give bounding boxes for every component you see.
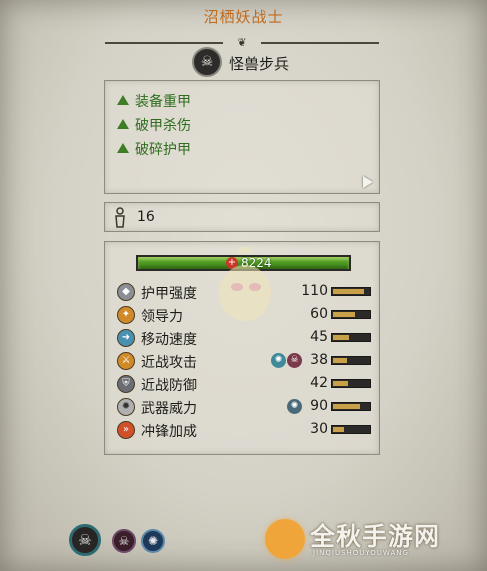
modifier-icon: ✺ (287, 399, 302, 414)
stat-bar (331, 333, 371, 342)
leadership-icon: ✦ (117, 306, 135, 324)
stat-row-charge-bonus[interactable]: » 冲锋加成 30 (113, 420, 375, 440)
faction-skull-icon[interactable]: ☠ (69, 524, 101, 556)
ability-triangle-icon (117, 119, 129, 129)
poison-skull-icon[interactable]: ☠ (112, 529, 136, 553)
charge-bonus-icon: » (117, 421, 135, 439)
unit-type-label: 怪兽步兵 (229, 55, 290, 73)
ability-item[interactable]: 破碎护甲 (117, 139, 191, 159)
watermark-mascot (219, 246, 271, 321)
armor-icon: ◆ (117, 283, 135, 301)
stat-row-melee-defence[interactable]: ⛨ 近战防御 42 (113, 374, 375, 394)
upkeep-panel: 16 (104, 202, 380, 232)
watermark-logo-icon (265, 519, 305, 559)
watermark: 全秋手游网 JINQIUSHOUYOUWANG (265, 515, 480, 565)
abilities-panel: 装备重甲 破甲杀伤 破碎护甲 (104, 80, 380, 194)
upkeep-value: 16 (137, 209, 155, 225)
ability-item[interactable]: 破甲杀伤 (117, 115, 191, 135)
stat-bar (331, 379, 371, 388)
ornamental-divider: ❦ (105, 37, 379, 49)
stat-bar (331, 402, 371, 411)
ability-item[interactable]: 装备重甲 (117, 91, 191, 111)
ability-triangle-icon (117, 143, 129, 153)
watermark-text: 全秋手游网 (310, 522, 441, 551)
modifier-icon: ✺ (271, 353, 286, 368)
stat-bar (331, 425, 371, 434)
stat-row-weapon-strength[interactable]: ✹ 武器威力 ✺ 90 (113, 397, 375, 417)
modifier-icon: ☠ (287, 353, 302, 368)
watermark-subtext: JINQIUSHOUYOUWANG (313, 549, 409, 557)
unit-name: 沼栖妖战士 (203, 8, 284, 26)
stat-bar (331, 356, 371, 365)
stat-row-melee-attack[interactable]: ⚔ 近战攻击 ✺ ☠ 38 (113, 351, 375, 371)
ability-triangle-icon (117, 95, 129, 105)
melee-defence-icon: ⛨ (117, 375, 135, 393)
weapon-strength-icon: ✹ (117, 398, 135, 416)
stat-bar (331, 287, 371, 296)
speed-icon: ➜ (117, 329, 135, 347)
stat-row-speed[interactable]: ➜ 移动速度 45 (113, 328, 375, 348)
skull-icon[interactable]: ☠ (192, 47, 222, 77)
upkeep-figure-icon (115, 207, 125, 228)
melee-attack-icon: ⚔ (117, 352, 135, 370)
snowflake-icon[interactable]: ✺ (141, 529, 165, 553)
stat-bar (331, 310, 371, 319)
next-arrow-icon[interactable] (363, 176, 373, 188)
